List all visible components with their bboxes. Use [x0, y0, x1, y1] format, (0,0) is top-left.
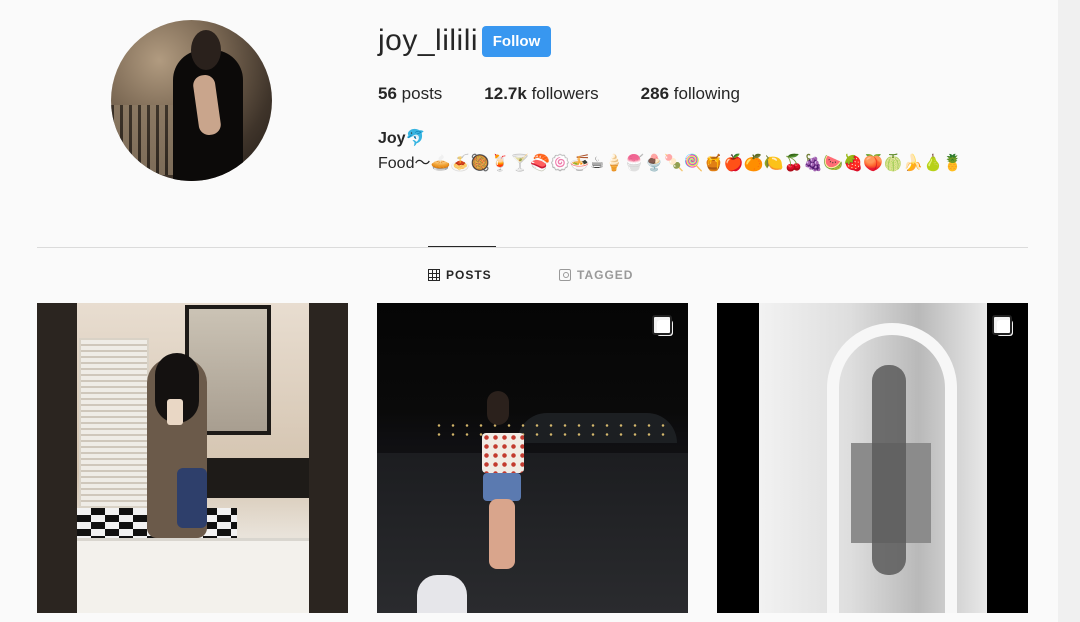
follow-button[interactable]: Follow [482, 26, 551, 57]
posts-count: 56 [378, 84, 397, 103]
profile-avatar[interactable] [111, 20, 272, 181]
tab-tagged[interactable]: TAGGED [559, 268, 633, 282]
multiple-photos-icon [652, 315, 674, 337]
avatar-face [191, 30, 221, 70]
post1-bathtub [77, 538, 309, 613]
followers-stat[interactable]: 12.7k followers [484, 84, 598, 104]
active-tab-indicator [428, 246, 496, 247]
tab-tagged-label: TAGGED [577, 268, 634, 282]
section-divider [37, 247, 1028, 248]
followers-label: followers [531, 84, 599, 103]
username: joy_lilili [378, 24, 479, 57]
window-edge [1058, 0, 1080, 622]
following-stat[interactable]: 286 following [641, 84, 740, 104]
post1-phone [167, 399, 183, 425]
post2-top [482, 433, 524, 473]
post2-shorts [483, 473, 521, 501]
post2-city-lights [432, 421, 672, 441]
posts-label: posts [401, 84, 443, 103]
post1-shutter-door [79, 338, 149, 508]
tag-icon [559, 269, 571, 281]
profile-bio: Food～🥧🍝🥘🍹🍸🍣🍥🍜☕🍦🍧🍨🍡🍭🍯🍎🍊🍋🍒🍇🍉🍓🍑🍈🍌🍐🍍 [378, 155, 963, 172]
post2-head [487, 391, 509, 425]
post2-legs [489, 499, 515, 569]
tab-posts[interactable]: POSTS [428, 268, 492, 282]
grid-icon [428, 269, 440, 281]
followers-count: 12.7k [484, 84, 527, 103]
profile-stats: 56 posts 12.7k followers 286 following [378, 84, 782, 104]
posts-stat: 56 posts [378, 84, 442, 104]
post-thumbnail-2[interactable] [377, 303, 688, 613]
post-thumbnail-3[interactable] [717, 303, 1028, 613]
following-label: following [673, 84, 740, 103]
multiple-photos-icon [992, 315, 1014, 337]
post1-jeans [177, 468, 207, 528]
post1-counter [197, 458, 309, 498]
display-name: Joy🐬 [378, 130, 426, 147]
post-thumbnail-1[interactable] [37, 303, 348, 613]
post3-arch [827, 323, 957, 613]
tab-posts-label: POSTS [446, 268, 492, 282]
following-count: 286 [640, 84, 670, 103]
post2-bag [417, 575, 467, 613]
